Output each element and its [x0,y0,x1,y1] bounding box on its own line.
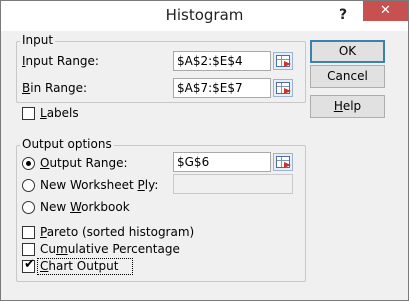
cancel-button[interactable]: Cancel [310,65,385,88]
title-bar: Histogram ? ✕ [1,1,408,31]
help-button[interactable]: Help [310,95,385,118]
input-range-label: Input Range: [22,54,99,68]
new-worksheet-label: New Worksheet Ply: [40,178,159,192]
output-range-label: Output Range: [40,156,128,170]
new-worksheet-radio[interactable] [22,179,35,192]
cumulative-percentage-label: Cumulative Percentage [40,242,180,256]
chart-output-checkbox[interactable]: ✔ [22,257,35,273]
output-options-legend: Output options [20,137,114,151]
new-workbook-label: New Workbook [40,200,130,214]
labels-label: Labels [40,106,79,120]
pareto-checkbox[interactable] [22,226,35,239]
input-range-field[interactable] [173,51,271,71]
output-range-select-icon[interactable] [273,153,293,171]
check-icon: ✔ [24,257,35,272]
bin-range-field[interactable] [173,78,271,98]
pareto-label: Pareto (sorted histogram) [40,225,195,239]
help-question-icon[interactable]: ? [332,5,354,25]
close-icon[interactable]: ✕ [363,1,408,21]
bin-range-select-icon[interactable] [273,79,293,97]
input-range-select-icon[interactable] [273,52,293,70]
new-workbook-radio[interactable] [22,201,35,214]
cumulative-percentage-checkbox[interactable] [22,243,35,256]
output-range-radio[interactable] [22,157,35,170]
new-worksheet-field[interactable] [173,174,293,194]
chart-output-label: Chart Output [40,259,119,273]
labels-checkbox[interactable] [22,107,35,120]
bin-range-label: Bin Range: [22,81,88,95]
histogram-dialog: Histogram ? ✕ Input Input Range: Bin Ran… [0,0,409,301]
ok-button[interactable]: OK [310,40,385,63]
output-range-field[interactable] [173,152,271,172]
input-group-legend: Input [20,33,56,47]
